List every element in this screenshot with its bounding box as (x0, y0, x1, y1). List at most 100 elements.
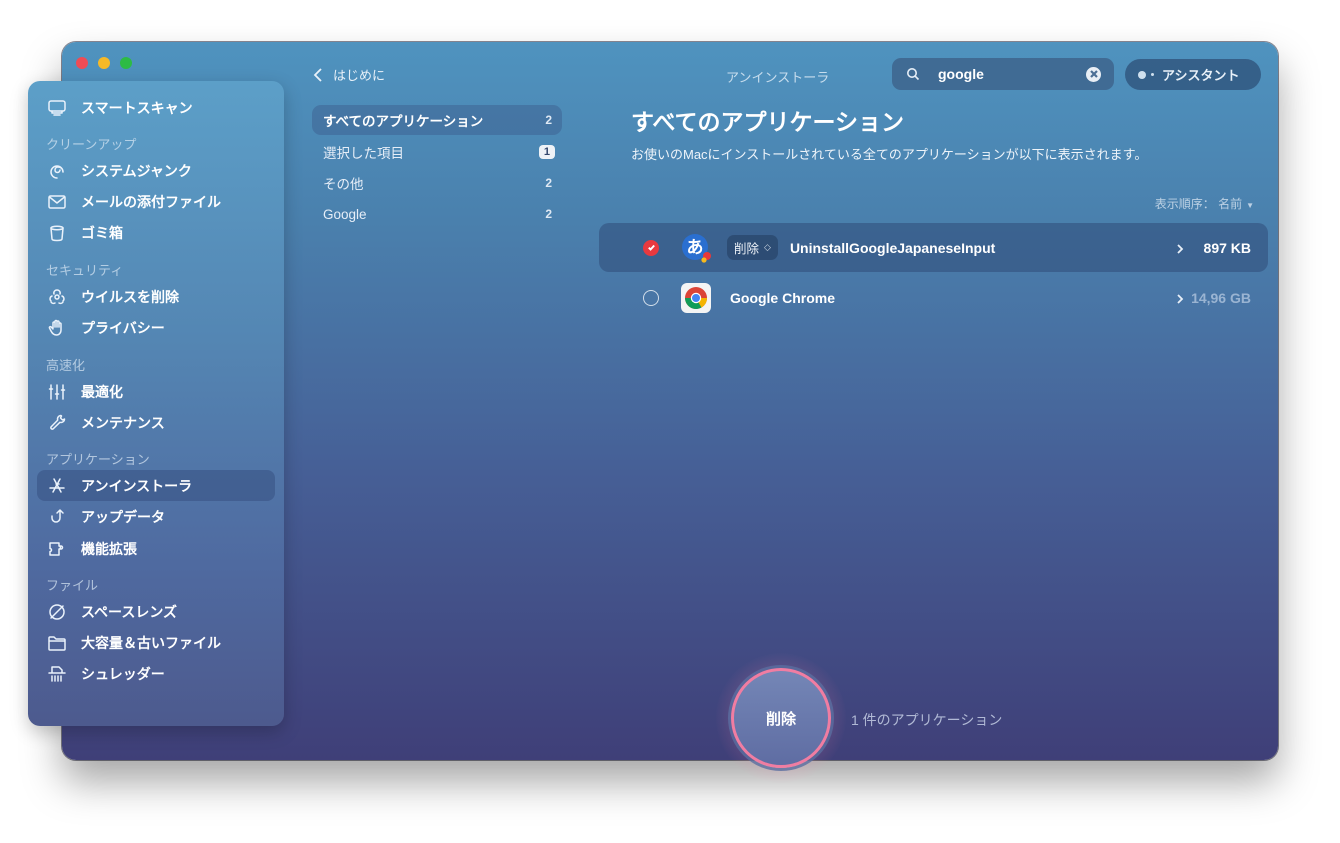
sidebar-item-extensions[interactable]: 機能拡張 (37, 533, 275, 564)
sidebar-item-updater[interactable]: アップデータ (37, 501, 275, 532)
folder-icon (46, 632, 68, 654)
biohazard-icon (46, 286, 68, 308)
back-button[interactable]: はじめに (312, 65, 385, 84)
app-row[interactable]: Google Chrome 14,96 GB (599, 273, 1268, 322)
sidebar-item-label: スマートスキャン (81, 99, 193, 116)
chrome-icon (681, 282, 711, 313)
sidebar-item-trash[interactable]: ゴミ箱 (37, 217, 275, 248)
svg-text:あ: あ (687, 238, 704, 258)
category-label: すべてのアプリケーション (323, 114, 484, 129)
category-count: 2 (545, 176, 552, 190)
category-google[interactable]: Google 2 (312, 199, 562, 229)
sidebar-section-speed: 高速化 (46, 358, 86, 373)
sidebar-item-uninstaller[interactable]: アンインストーラ (37, 470, 275, 501)
category-label: 選択した項目 (323, 146, 404, 161)
sidebar-item-mail-attachments[interactable]: メールの添付ファイル (37, 186, 275, 217)
sidebar-section-applications: アプリケーション (46, 452, 150, 467)
chevron-left-icon (313, 67, 322, 82)
close-icon (1089, 70, 1098, 78)
app-checkbox[interactable] (643, 239, 659, 256)
sidebar-item-privacy[interactable]: プライバシー (37, 312, 275, 343)
sort-value: 名前 (1218, 197, 1243, 211)
sidebar-item-label: メールの添付ファイル (81, 193, 221, 210)
maximize-window-button[interactable] (120, 57, 132, 69)
updown-chevron-icon: ◇ (764, 242, 771, 252)
category-selected-items[interactable]: 選択した項目 1 (312, 137, 562, 167)
sidebar-section-files: ファイル (46, 578, 99, 593)
sidebar-item-label: 機能拡張 (81, 540, 137, 557)
sort-control[interactable]: 表示順序： 名前 ▼ (1155, 195, 1254, 212)
sidebar-item-remove-virus[interactable]: ウイルスを削除 (37, 281, 275, 312)
chevron-right-icon[interactable] (1176, 292, 1184, 304)
sidebar: スマートスキャン クリーンアップ システムジャンク メールの添付ファイル ゴミ箱… (28, 81, 284, 726)
page-title: すべてのアプリケーション (631, 109, 905, 135)
category-all-applications[interactable]: すべてのアプリケーション 2 (312, 105, 562, 135)
chevron-right-icon[interactable] (1176, 242, 1184, 254)
sidebar-item-maintenance[interactable]: メンテナンス (37, 407, 275, 438)
category-label: Google (323, 206, 367, 222)
assistant-dot-icon (1138, 70, 1146, 79)
sidebar-item-label: 最適化 (81, 383, 123, 400)
puzzle-icon (46, 538, 68, 560)
sidebar-section-cleanup: クリーンアップ (46, 137, 137, 152)
sidebar-item-shredder[interactable]: シュレッダー (37, 658, 275, 689)
action-select[interactable]: 削除 ◇ (727, 235, 778, 260)
sidebar-item-label: 大容量＆古いファイル (81, 634, 221, 651)
app-row[interactable]: あ 削除 ◇ UninstallGoogleJapaneseInput 897 K… (599, 223, 1268, 272)
envelope-icon (46, 191, 68, 213)
sidebar-item-label: メンテナンス (81, 414, 165, 431)
caret-down-icon: ▼ (1246, 201, 1254, 210)
checkmark-icon (647, 244, 655, 251)
selection-summary: 1 件のアプリケーション (851, 712, 1003, 728)
sidebar-item-label: シュレッダー (81, 665, 165, 682)
sidebar-item-optimization[interactable]: 最適化 (37, 376, 275, 407)
app-name: Google Chrome (730, 289, 836, 306)
wrench-icon (46, 412, 68, 434)
app-store-icon (46, 475, 68, 497)
sidebar-item-label: システムジャンク (81, 162, 192, 179)
monitor-icon (46, 97, 68, 119)
sidebar-item-label: プライバシー (81, 319, 165, 336)
category-other[interactable]: その他 2 (312, 168, 562, 198)
window-title: アンインストーラ (726, 70, 830, 85)
sidebar-item-label: ゴミ箱 (81, 224, 123, 241)
app-checkbox[interactable] (643, 289, 659, 306)
swirl-icon (46, 160, 68, 182)
sidebar-section-security: セキュリティ (46, 263, 124, 278)
category-count: 2 (545, 113, 552, 127)
planet-icon (46, 601, 68, 623)
assistant-button[interactable]: アシスタント (1125, 59, 1261, 90)
close-window-button[interactable] (76, 57, 88, 69)
app-size: 14,96 GB (1191, 289, 1251, 306)
minimize-window-button[interactable] (98, 57, 110, 69)
app-size: 897 KB (1203, 239, 1251, 256)
page-subtitle: お使いのMacにインストールされている全てのアプリケーションが以下に表示されます… (631, 147, 1148, 162)
google-japanese-input-icon: あ (681, 233, 711, 263)
category-count: 2 (545, 207, 552, 221)
back-label: はじめに (333, 68, 386, 83)
search-input[interactable] (936, 65, 1070, 83)
sidebar-item-smart-scan[interactable]: スマートスキャン (37, 92, 275, 123)
clear-search-button[interactable] (1086, 66, 1101, 82)
assistant-label: アシスタント (1162, 68, 1240, 83)
remove-button[interactable]: 削除 (731, 668, 831, 768)
sidebar-item-space-lens[interactable]: スペースレンズ (37, 596, 275, 627)
sidebar-item-label: スペースレンズ (81, 603, 178, 620)
sort-label: 表示順序： (1154, 197, 1215, 211)
trash-bin-icon (46, 222, 68, 244)
sidebar-item-system-junk[interactable]: システムジャンク (37, 155, 275, 186)
action-label: 削除 (734, 242, 760, 256)
category-count-badge: 1 (538, 145, 555, 159)
update-arrow-icon (46, 506, 68, 528)
assistant-dot-small-icon (1151, 73, 1154, 76)
shredder-icon (46, 663, 68, 685)
sliders-icon (46, 381, 68, 403)
search-field[interactable] (892, 58, 1114, 90)
category-label: その他 (323, 177, 364, 192)
sidebar-item-label: ウイルスを削除 (81, 288, 179, 305)
remove-button-label: 削除 (765, 710, 796, 728)
app-name: UninstallGoogleJapaneseInput (789, 239, 996, 256)
search-icon (906, 67, 920, 81)
sidebar-item-label: アンインストーラ (81, 477, 193, 494)
sidebar-item-large-old-files[interactable]: 大容量＆古いファイル (37, 627, 275, 658)
